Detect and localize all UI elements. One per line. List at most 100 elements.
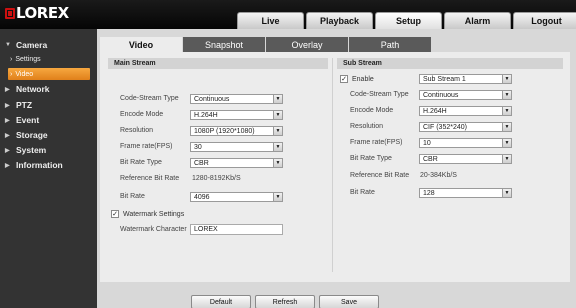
main-code-stream-type-select[interactable]: Continuous ▼ <box>190 94 283 104</box>
dropdown-arrow-icon: ▼ <box>273 143 282 151</box>
main-encode-mode-select[interactable]: H.264H ▼ <box>190 110 283 120</box>
sidebar-item-storage[interactable]: ▶ Storage <box>0 129 97 141</box>
sub-resolution-select[interactable]: CIF (352*240) ▼ <box>419 122 512 132</box>
sub-encode-mode-select[interactable]: H.264H ▼ <box>419 106 512 116</box>
select-value: Continuous <box>194 95 230 103</box>
sidebar-subitem-video[interactable]: › Video <box>8 68 90 80</box>
watermark-character-input[interactable]: LOREX <box>190 224 283 235</box>
sub-code-stream-type-select[interactable]: Continuous ▼ <box>419 90 512 100</box>
select-value: H.264H <box>194 111 218 119</box>
select-value: H.264H <box>423 107 447 115</box>
sub-frame-rate-select[interactable]: 10 ▼ <box>419 138 512 148</box>
select-value: CIF (352*240) <box>423 123 467 131</box>
default-button[interactable]: Default <box>191 295 251 308</box>
encode-mode-label: Encode Mode <box>350 107 394 114</box>
sub-reference-bit-rate-value: 20-384Kb/S <box>420 172 457 179</box>
select-value: 10 <box>423 139 431 147</box>
code-stream-type-label: Code-Stream Type <box>350 91 409 98</box>
select-value: CBR <box>194 159 209 167</box>
sidebar-item-event[interactable]: ▶ Event <box>0 114 97 126</box>
logo-text: LOREX <box>16 4 69 22</box>
sidebar-item-system[interactable]: ▶ System <box>0 144 97 156</box>
main-reference-bit-rate-value: 1280-8192Kb/S <box>192 175 241 182</box>
sidebar-item-camera[interactable]: ▼ Camera <box>0 39 97 51</box>
dropdown-arrow-icon: ▼ <box>273 111 282 119</box>
sub-bit-rate-select[interactable]: 128 ▼ <box>419 188 512 198</box>
select-value: Sub Stream 1 <box>423 75 466 83</box>
code-stream-type-label: Code-Stream Type <box>120 95 179 102</box>
nav-logout-button[interactable]: Logout <box>513 12 576 29</box>
bit-rate-type-label: Bit Rate Type <box>350 155 392 162</box>
nav-live-button[interactable]: Live <box>237 12 304 29</box>
resolution-label: Resolution <box>350 123 384 130</box>
caret-right-icon: ▶ <box>5 86 10 93</box>
main-stream-header: Main Stream <box>108 58 328 69</box>
sidebar-item-network[interactable]: ▶ Network <box>0 83 97 95</box>
main-bit-rate-type-select[interactable]: CBR ▼ <box>190 158 283 168</box>
watermark-settings-checkbox[interactable]: ✓ <box>111 210 119 218</box>
nav-setup-button[interactable]: Setup <box>375 12 442 29</box>
sidebar: ▼ Camera › Settings › Video ▶ Network ▶ … <box>0 29 97 308</box>
resolution-label: Resolution <box>120 127 154 134</box>
sub-stream-select[interactable]: Sub Stream 1 ▼ <box>419 74 512 84</box>
tab-path[interactable]: Path <box>349 37 431 52</box>
dropdown-arrow-icon: ▼ <box>273 159 282 167</box>
sidebar-item-label: System <box>16 145 47 155</box>
logo-icon <box>5 7 15 19</box>
top-navigation: Live Playback Setup Alarm Logout <box>237 12 576 29</box>
header-bar: LOREX Live Playback Setup Alarm Logout <box>0 0 576 29</box>
dropdown-arrow-icon: ▼ <box>502 123 511 131</box>
sidebar-item-label: Storage <box>16 130 48 140</box>
caret-right-icon: ▶ <box>5 132 10 139</box>
sidebar-item-label: PTZ <box>16 100 33 110</box>
select-value: CBR <box>423 155 438 163</box>
frame-rate-label: Frame rate(FPS) <box>350 139 403 146</box>
reference-bit-rate-label: Reference Bit Rate <box>120 175 180 182</box>
encode-mode-label: Encode Mode <box>120 111 164 118</box>
brand-logo: LOREX <box>5 5 69 21</box>
refresh-button[interactable]: Refresh <box>255 295 315 308</box>
tab-snapshot[interactable]: Snapshot <box>183 37 265 52</box>
reference-bit-rate-label: Reference Bit Rate <box>350 172 410 179</box>
frame-rate-label: Frame rate(FPS) <box>120 143 173 150</box>
bit-rate-type-label: Bit Rate Type <box>120 159 162 166</box>
sub-stream-header: Sub Stream <box>337 58 563 69</box>
sidebar-item-label: Camera <box>16 40 48 50</box>
save-button[interactable]: Save <box>319 295 379 308</box>
dropdown-arrow-icon: ▼ <box>502 139 511 147</box>
caret-right-icon: ▶ <box>5 117 10 124</box>
enable-row: ✓ Enable <box>340 74 374 84</box>
sidebar-subitem-label: Video <box>15 70 34 78</box>
nav-playback-button[interactable]: Playback <box>306 12 373 29</box>
enable-label: Enable <box>352 75 374 83</box>
main-bit-rate-select[interactable]: 4096 ▼ <box>190 192 283 202</box>
sidebar-item-label: Information <box>16 160 63 170</box>
tab-video[interactable]: Video <box>100 37 182 52</box>
watermark-character-label: Watermark Character <box>120 226 187 233</box>
tab-overlay[interactable]: Overlay <box>266 37 348 52</box>
chevron-right-icon: › <box>10 55 13 63</box>
select-value: 30 <box>194 143 202 151</box>
caret-down-icon: ▼ <box>5 42 11 48</box>
caret-right-icon: ▶ <box>5 102 10 109</box>
watermark-settings-row: ✓ Watermark Settings <box>111 209 184 219</box>
sub-stream-enable-checkbox[interactable]: ✓ <box>340 75 348 83</box>
sub-bit-rate-type-select[interactable]: CBR ▼ <box>419 154 512 164</box>
sidebar-item-ptz[interactable]: ▶ PTZ <box>0 99 97 111</box>
sidebar-item-label: Network <box>16 84 50 94</box>
bit-rate-label: Bit Rate <box>120 193 145 200</box>
chevron-right-icon: › <box>10 70 13 78</box>
select-value: 4096 <box>194 193 210 201</box>
dropdown-arrow-icon: ▼ <box>502 91 511 99</box>
select-value: 128 <box>423 189 435 197</box>
nav-alarm-button[interactable]: Alarm <box>444 12 511 29</box>
dropdown-arrow-icon: ▼ <box>273 127 282 135</box>
watermark-settings-label: Watermark Settings <box>123 210 185 218</box>
main-panel: Video Snapshot Overlay Path Main Stream … <box>97 29 576 308</box>
select-value: 1080P (1920*1080) <box>194 127 255 135</box>
main-frame-rate-select[interactable]: 30 ▼ <box>190 142 283 152</box>
sidebar-subitem-settings[interactable]: › Settings <box>8 53 90 65</box>
sidebar-item-information[interactable]: ▶ Information <box>0 159 97 171</box>
caret-right-icon: ▶ <box>5 162 10 169</box>
main-resolution-select[interactable]: 1080P (1920*1080) ▼ <box>190 126 283 136</box>
